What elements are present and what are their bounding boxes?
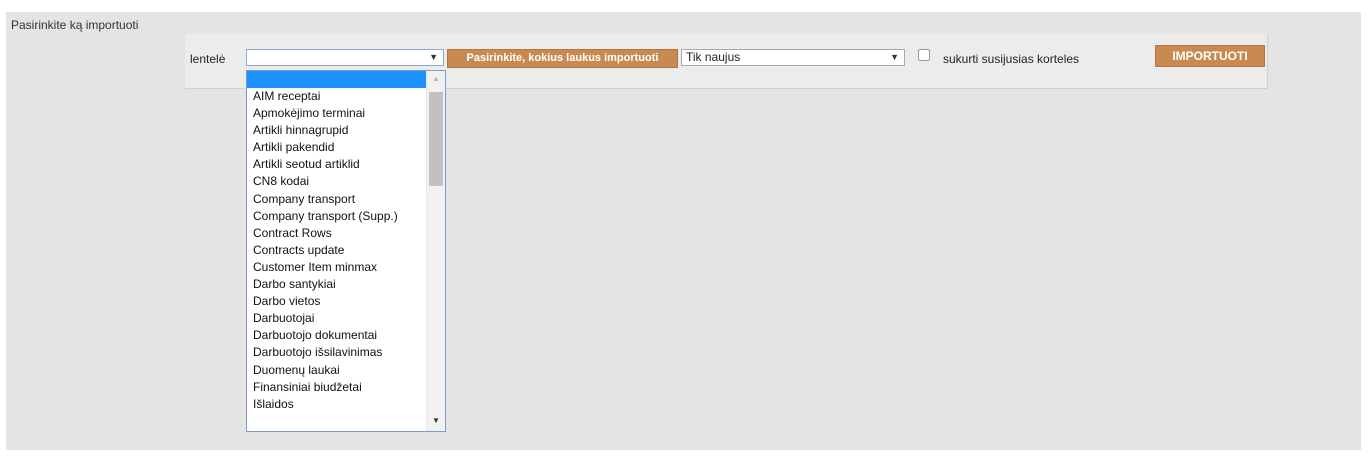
table-select[interactable]: ▼ <box>246 49 444 66</box>
table-label: lentelė <box>190 52 226 66</box>
dropdown-option[interactable]: AIM receptai <box>247 88 423 105</box>
dropdown-option[interactable]: Išlaidos <box>247 396 423 413</box>
dropdown-option[interactable]: Darbo vietos <box>247 293 423 310</box>
dropdown-option[interactable]: Darbuotojo dokumentai <box>247 327 423 344</box>
chevron-down-icon: ▼ <box>890 52 899 62</box>
dropdown-selected-empty-option[interactable] <box>247 71 445 88</box>
dropdown-option[interactable]: Darbo santykiai <box>247 276 423 293</box>
create-related-label: sukurti susijusias korteles <box>943 52 1080 66</box>
chevron-down-icon: ▼ <box>429 52 438 62</box>
create-related-checkbox[interactable] <box>918 49 930 61</box>
dropdown-options: AIM receptai Apmokėjimo terminai Artikli h… <box>247 88 445 413</box>
dropdown-option[interactable]: Artikli pakendid <box>247 139 423 156</box>
dropdown-option[interactable]: Company transport <box>247 191 423 208</box>
dropdown-option[interactable]: Contract Rows <box>247 225 423 242</box>
dropdown-option[interactable]: Customer Item minmax <box>247 259 423 276</box>
dropdown-option[interactable]: Artikli hinnagrupid <box>247 122 423 139</box>
import-mode-value: Tik naujus <box>686 50 741 64</box>
dropdown-option[interactable]: Duomenų laukai <box>247 362 423 379</box>
import-mode-select[interactable]: Tik naujus ▼ <box>681 49 905 66</box>
dropdown-option[interactable]: Apmokėjimo terminai <box>247 105 423 122</box>
dropdown-option[interactable]: CN8 kodai <box>247 173 423 190</box>
table-dropdown-list[interactable]: AIM receptai Apmokėjimo terminai Artikli h… <box>246 70 446 432</box>
scroll-up-icon[interactable]: ▲ <box>432 74 440 83</box>
panel-title: Pasirinkite ką importuoti <box>11 18 139 32</box>
dropdown-option[interactable]: Finansiniai biudžetai <box>247 379 423 396</box>
scrollbar-thumb[interactable] <box>429 92 443 186</box>
choose-fields-button[interactable]: Pasirinkite, kokius laukus importuoti <box>447 49 678 68</box>
dropdown-option[interactable]: Artikli seotud artiklid <box>247 156 423 173</box>
import-button[interactable]: IMPORTUOTI <box>1155 45 1265 67</box>
dropdown-option[interactable]: Contracts update <box>247 242 423 259</box>
dropdown-scrollbar[interactable]: ▲ ▼ <box>426 71 445 431</box>
dropdown-option[interactable]: Darbuotojo išsilavinimas <box>247 344 423 361</box>
dropdown-option[interactable]: Darbuotojai <box>247 310 423 327</box>
scroll-down-icon[interactable]: ▼ <box>432 416 440 425</box>
dropdown-option[interactable]: Company transport (Supp.) <box>247 208 423 225</box>
